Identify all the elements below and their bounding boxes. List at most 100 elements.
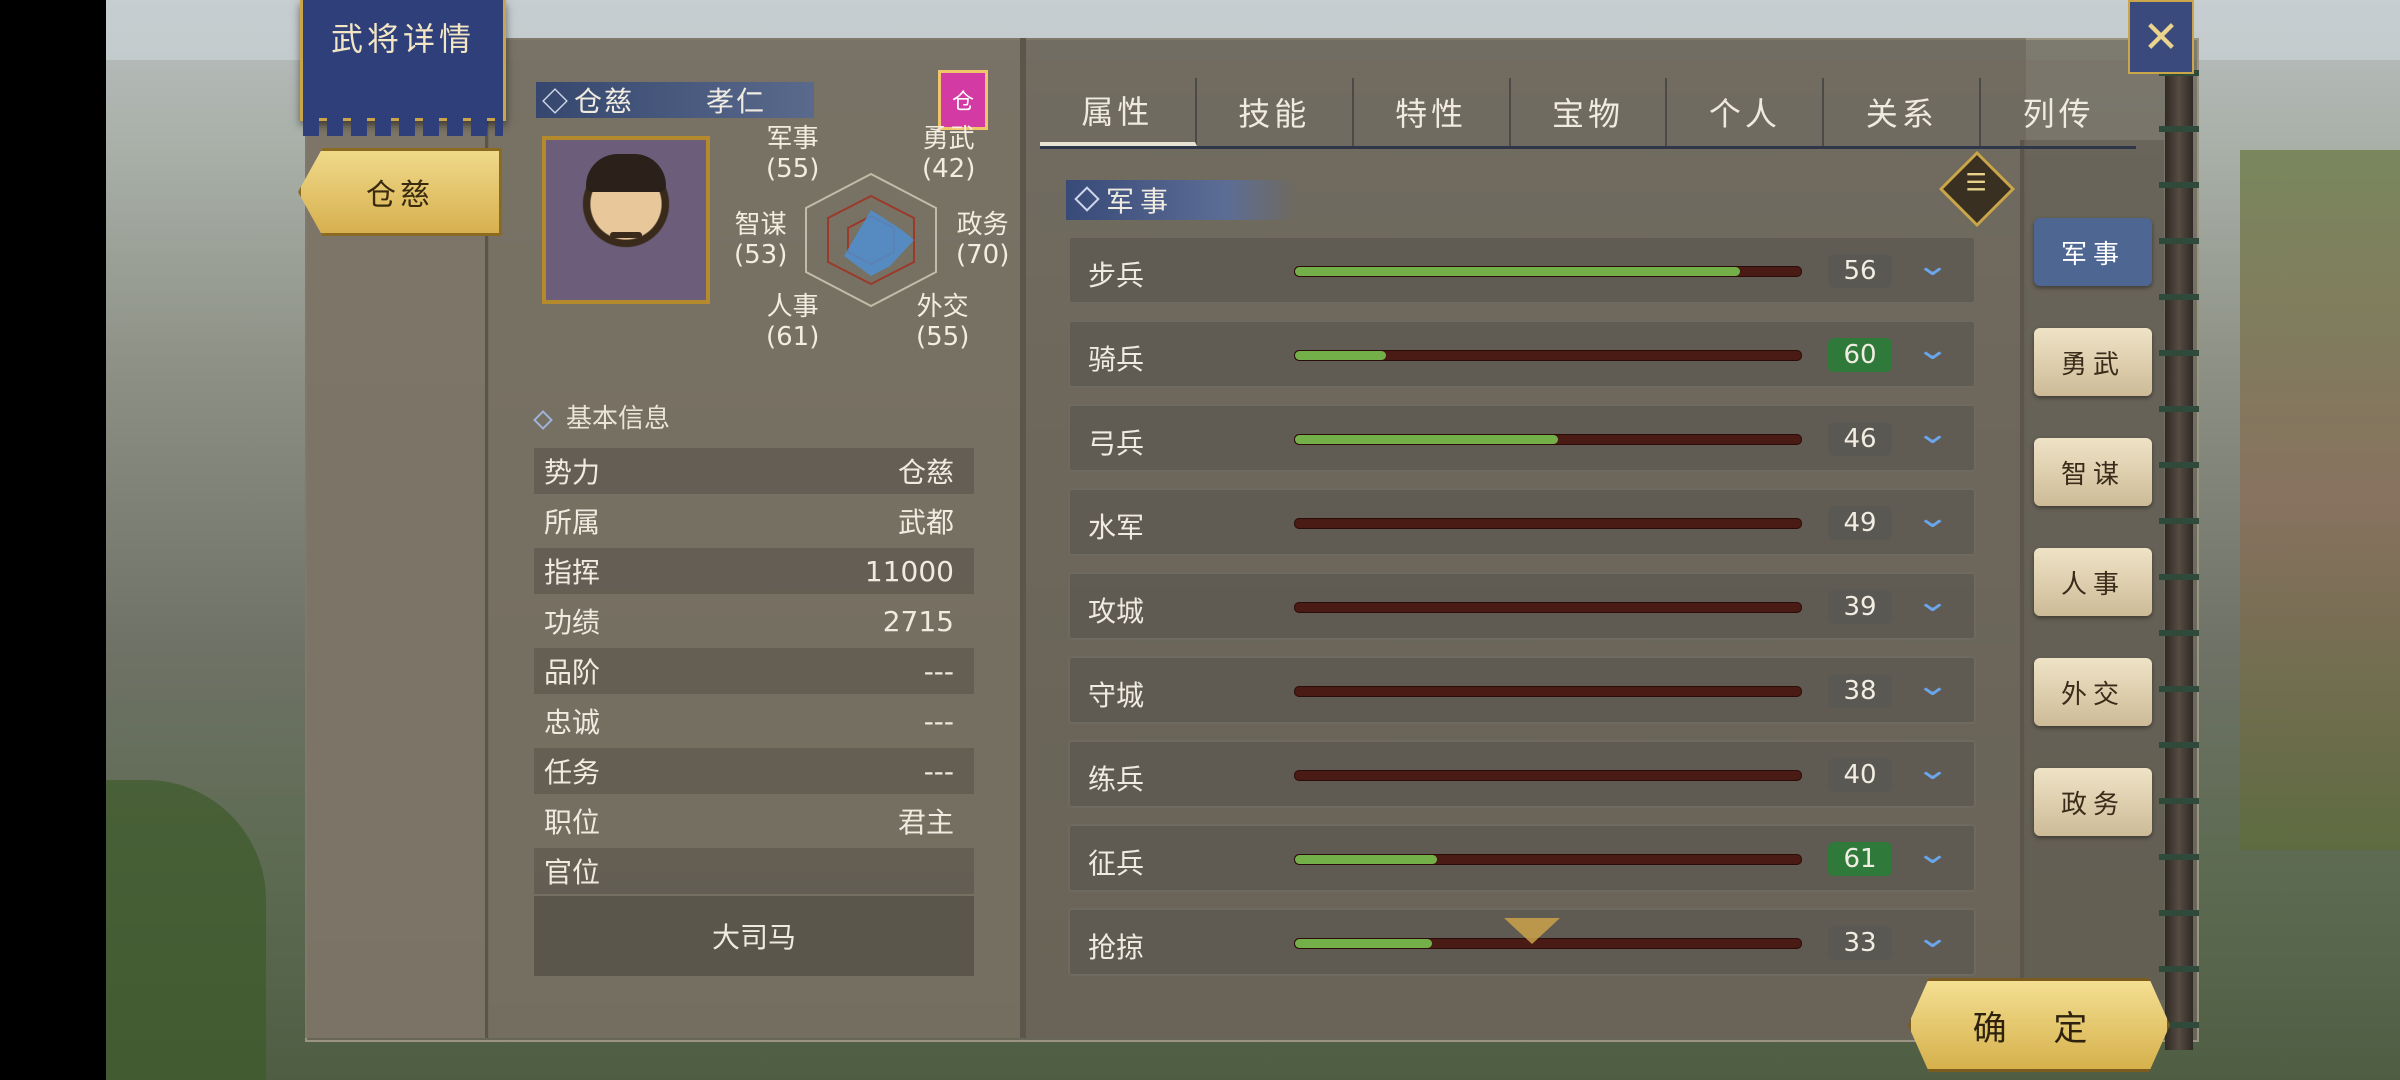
chevron-down-icon[interactable]: ⌄ <box>1915 416 1950 451</box>
skill-row[interactable]: 水军 49 ⌄ <box>1068 488 1976 556</box>
tab-skills[interactable]: 技能 <box>1197 78 1354 146</box>
tab-attributes[interactable]: 属性 <box>1040 78 1197 146</box>
skill-value: 40 <box>1828 758 1892 792</box>
info-row-location: 所属 武都 <box>544 506 954 539</box>
info-row-merit: 功绩 2715 <box>544 604 954 640</box>
list-icon: ☰ <box>1965 168 1987 197</box>
general-portrait <box>542 136 710 304</box>
chevron-down-icon[interactable]: ⌄ <box>1915 584 1950 619</box>
general-name-header: 仓慈 孝仁 <box>536 82 814 118</box>
skill-name: 攻城 <box>1088 595 1145 628</box>
radar-stat-shape <box>844 210 914 276</box>
basic-info-title: 基本信息 <box>533 398 670 435</box>
tab-biography[interactable]: 列传 <box>1981 78 2136 146</box>
diamond-icon <box>542 88 568 114</box>
skill-progress-bar <box>1294 686 1802 697</box>
skill-name: 水军 <box>1088 511 1145 544</box>
info-row-rank: 品阶 --- <box>534 648 974 694</box>
skill-name: 抢掠 <box>1088 931 1145 964</box>
radar-label-military: 军事 (55) <box>766 124 820 184</box>
skill-name: 练兵 <box>1088 763 1145 796</box>
skill-value: 46 <box>1828 422 1892 456</box>
side-tab-military[interactable]: 军事 <box>2034 218 2152 286</box>
category-header: 军事 <box>1066 180 1296 220</box>
skill-progress-fill <box>1295 855 1437 864</box>
stat-radar-chart <box>805 172 937 308</box>
chevron-down-icon[interactable]: ⌄ <box>1915 752 1950 787</box>
faction-badge: 仓 <box>938 70 988 130</box>
skill-progress-bar <box>1294 350 1802 361</box>
chevron-down-icon[interactable]: ⌄ <box>1915 332 1950 367</box>
portrait-hair <box>586 154 666 192</box>
skill-value: 56 <box>1828 254 1892 288</box>
skill-progress-bar <box>1294 602 1802 613</box>
skill-name: 征兵 <box>1088 847 1145 880</box>
close-icon: ✕ <box>2142 11 2180 63</box>
tab-traits[interactable]: 特性 <box>1354 78 1511 146</box>
skill-value: 49 <box>1828 506 1892 540</box>
chevron-down-icon[interactable]: ⌄ <box>1915 668 1950 703</box>
diamond-icon <box>533 410 553 430</box>
skill-row[interactable]: 征兵 61 ⌄ <box>1068 824 1976 892</box>
banner-fringe <box>303 118 503 136</box>
side-tab-personnel[interactable]: 人事 <box>2034 548 2152 616</box>
skill-progress-bar <box>1294 266 1802 277</box>
general-name: 仓慈 <box>574 85 635 118</box>
info-row-office: 官位 <box>534 848 974 894</box>
skill-name: 守城 <box>1088 679 1145 712</box>
info-row-command: 指挥 11000 <box>534 548 974 594</box>
skill-value: 38 <box>1828 674 1892 708</box>
scrollbar-ornament <box>2159 30 2199 1050</box>
skill-name: 骑兵 <box>1088 343 1145 376</box>
skill-row[interactable]: 练兵 40 ⌄ <box>1068 740 1976 808</box>
skill-progress-bar <box>1294 770 1802 781</box>
side-tab-diplomacy[interactable]: 外交 <box>2034 658 2152 726</box>
courtesy-name: 孝仁 <box>706 85 767 118</box>
skill-progress-bar <box>1294 854 1802 865</box>
side-tab-strategy[interactable]: 智谋 <box>2034 438 2152 506</box>
skill-row[interactable]: 攻城 39 ⌄ <box>1068 572 1976 640</box>
scroll-down-indicator <box>1504 918 1560 944</box>
skill-value: 39 <box>1828 590 1892 624</box>
skill-name: 弓兵 <box>1088 427 1145 460</box>
info-row-faction: 势力 仓慈 <box>534 448 974 494</box>
skill-value: 33 <box>1828 926 1892 960</box>
skill-progress-bar <box>1294 518 1802 529</box>
chevron-down-icon[interactable]: ⌄ <box>1915 500 1950 535</box>
skill-value: 60 <box>1828 338 1892 372</box>
office-title: 大司马 <box>534 896 974 976</box>
chevron-down-icon[interactable]: ⌄ <box>1915 836 1950 871</box>
panel-scrollbar[interactable] <box>2159 30 2199 1050</box>
skill-progress-fill <box>1295 435 1559 444</box>
confirm-button[interactable]: 确 定 <box>1908 978 2170 1072</box>
skill-progress-fill <box>1295 267 1741 276</box>
skill-value: 61 <box>1828 842 1892 876</box>
tab-treasures[interactable]: 宝物 <box>1511 78 1668 146</box>
info-row-position: 职位 君主 <box>544 806 954 839</box>
skill-name: 步兵 <box>1088 259 1145 292</box>
info-row-task: 任务 --- <box>534 748 974 794</box>
close-button[interactable]: ✕ <box>2128 0 2194 74</box>
window-title-banner: 武将详情 <box>300 0 506 136</box>
skill-row[interactable]: 弓兵 46 ⌄ <box>1068 404 1976 472</box>
skill-row[interactable]: 骑兵 60 ⌄ <box>1068 320 1976 388</box>
skill-row[interactable]: 步兵 56 ⌄ <box>1068 236 1976 304</box>
side-tab-politics[interactable]: 政务 <box>2034 768 2152 836</box>
skill-row[interactable]: 守城 38 ⌄ <box>1068 656 1976 724</box>
info-row-loyalty: 忠诚 --- <box>544 704 954 740</box>
radar-label-diplomacy: 外交 (55) <box>916 292 970 352</box>
chevron-down-icon[interactable]: ⌄ <box>1915 248 1950 283</box>
radar-label-personnel: 人事 (61) <box>766 292 820 352</box>
tab-relations[interactable]: 关系 <box>1824 78 1982 146</box>
skill-progress-bar <box>1294 434 1802 445</box>
side-tab-valor[interactable]: 勇武 <box>2034 328 2152 396</box>
detail-tabs: 属性 技能 特性 宝物 个人 关系 列传 <box>1040 78 2136 149</box>
diamond-icon <box>1074 186 1100 212</box>
portrait-mouth <box>610 232 642 238</box>
radar-label-valor: 勇武 (42) <box>922 124 976 184</box>
radar-label-politics: 政务 (70) <box>956 210 1010 270</box>
chevron-down-icon[interactable]: ⌄ <box>1915 920 1950 955</box>
tab-personal[interactable]: 个人 <box>1667 78 1825 146</box>
skill-progress-fill <box>1295 939 1432 948</box>
general-name-tab[interactable]: 仓慈 <box>298 148 502 236</box>
